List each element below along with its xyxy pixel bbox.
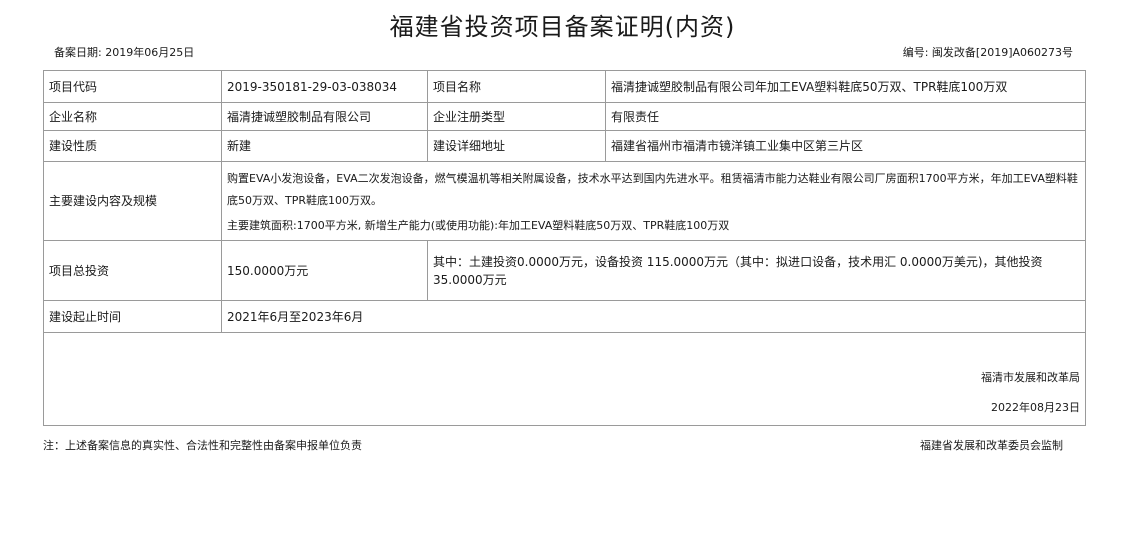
table-row: 建设性质 新建 建设详细地址 福建省福州市福清市镜洋镇工业集中区第三片区: [43, 130, 1086, 162]
project-name-label: 项目名称: [427, 70, 606, 103]
project-name-value: 福清捷诚塑胶制品有限公司年加工EVA塑料鞋底50万双、TPR鞋底100万双: [605, 70, 1086, 103]
investment-total: 150.0000万元: [221, 240, 428, 301]
content-label: 主要建设内容及规模: [43, 161, 222, 241]
address-label: 建设详细地址: [427, 130, 606, 162]
project-code-label: 项目代码: [43, 70, 222, 103]
issuing-authority: 福清市发展和改革局: [981, 371, 1080, 384]
footer-note: 注：上述备案信息的真实性、合法性和完整性由备案申报单位负责: [43, 439, 362, 452]
content-cell: 购置EVA小发泡设备，EVA二次发泡设备，燃气模温机等相关附属设备，技术水平达到…: [221, 161, 1086, 241]
investment-detail: 其中：土建投资0.0000万元，设备投资 115.0000万元（其中：拟进口设备…: [427, 240, 1086, 301]
table-row: 福清市发展和改革局 2022年08月23日: [43, 332, 1086, 426]
table-row: 项目代码 2019-350181-29-03-038034 项目名称 福清捷诚塑…: [43, 70, 1086, 103]
company-name-value: 福清捷诚塑胶制品有限公司: [221, 102, 428, 131]
project-code-value: 2019-350181-29-03-038034: [221, 70, 428, 103]
issue-date: 2022年08月23日: [991, 401, 1080, 414]
construction-nature-value: 新建: [221, 130, 428, 162]
filing-date: 备案日期: 2019年06月25日: [54, 46, 195, 59]
table-row: 主要建设内容及规模 购置EVA小发泡设备，EVA二次发泡设备，燃气模温机等相关附…: [43, 161, 1086, 241]
investment-label: 项目总投资: [43, 240, 222, 301]
document-title: 福建省投资项目备案证明(内资): [389, 13, 736, 41]
document-number: 编号: 闽发改备[2019]A060273号: [902, 46, 1073, 59]
period-label: 建设起止时间: [43, 300, 222, 333]
signature-cell: 福清市发展和改革局 2022年08月23日: [43, 332, 1086, 426]
company-name-label: 企业名称: [43, 102, 222, 131]
content-description: 购置EVA小发泡设备，EVA二次发泡设备，燃气模温机等相关附属设备，技术水平达到…: [227, 172, 1078, 207]
table-row: 建设起止时间 2021年6月至2023年6月: [43, 300, 1086, 333]
filing-table: 项目代码 2019-350181-29-03-038034 项目名称 福清捷诚塑…: [43, 70, 1086, 426]
table-row: 项目总投资 150.0000万元 其中：土建投资0.0000万元，设备投资 11…: [43, 240, 1086, 301]
company-type-value: 有限责任: [605, 102, 1086, 131]
table-row: 企业名称 福清捷诚塑胶制品有限公司 企业注册类型 有限责任: [43, 102, 1086, 131]
company-type-label: 企业注册类型: [427, 102, 606, 131]
footer-supervisor: 福建省发展和改革委员会监制: [920, 439, 1063, 452]
address-value: 福建省福州市福清市镜洋镇工业集中区第三片区: [605, 130, 1086, 162]
content-summary: 主要建筑面积:1700平方米, 新增生产能力(或使用功能):年加工EVA塑料鞋底…: [227, 219, 730, 232]
construction-nature-label: 建设性质: [43, 130, 222, 162]
period-value: 2021年6月至2023年6月: [221, 300, 1086, 333]
